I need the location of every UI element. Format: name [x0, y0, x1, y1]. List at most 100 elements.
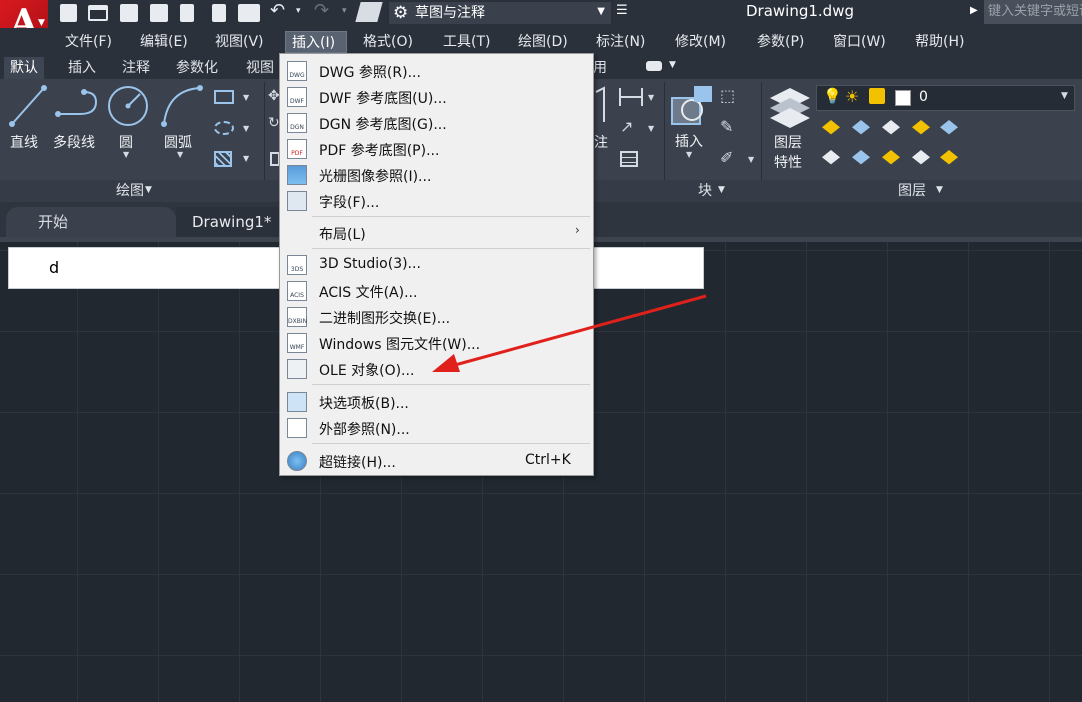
chevron-down-icon[interactable]: ▼ [748, 155, 754, 164]
xref-icon [287, 418, 307, 438]
menu-item-pdf-underlay[interactable]: PDF PDF 参考底图(P)... [281, 136, 592, 162]
insert-menu-dropdown: DWG DWG 参照(R)... DWF DWF 参考底图(U)... DGN DGN… [279, 53, 594, 476]
chevron-down-icon[interactable]: ▼ [669, 60, 676, 70]
polyline-tool-label[interactable]: 多段线 [53, 132, 95, 152]
table-tool-icon[interactable] [620, 151, 638, 167]
block-panel-title[interactable]: 块 [690, 180, 720, 200]
menu-item-field[interactable]: 字段(F)... [281, 188, 592, 214]
circle-tool-label[interactable]: 圆 [119, 132, 133, 152]
chevron-down-icon[interactable]: ▼ [648, 124, 654, 133]
chevron-down-icon[interactable]: ▼ [936, 185, 943, 195]
annotation-arrow [432, 294, 707, 372]
layer-properties-label-2[interactable]: 特性 [774, 152, 802, 172]
menu-help[interactable]: 帮助(H) [915, 31, 964, 53]
ellipse-tool-icon[interactable] [214, 121, 234, 135]
menu-parametric[interactable]: 参数(P) [757, 31, 804, 53]
dwf-icon: DWF [287, 87, 307, 107]
menu-draw[interactable]: 绘图(D) [518, 31, 568, 53]
arc-tool-icon[interactable] [160, 84, 204, 128]
arc-tool-label[interactable]: 圆弧 [164, 132, 192, 152]
layer-select[interactable]: 💡 ☀ 0 ▼ [816, 85, 1075, 111]
chevron-right-icon[interactable]: ▶ [970, 5, 978, 16]
text-tool-icon[interactable] [594, 86, 608, 126]
workspace-select[interactable]: ⚙ 草图与注释 ▼ [388, 1, 612, 25]
tab-default[interactable]: 默认 [4, 57, 44, 79]
dxbin-icon: DXBIN [287, 307, 307, 327]
panel-toggle-icon[interactable] [646, 61, 662, 71]
chevron-down-icon[interactable]: ▼ [648, 93, 654, 102]
menu-tools[interactable]: 工具(T) [443, 31, 490, 53]
chevron-right-icon: › [575, 223, 580, 237]
polyline-tool-icon[interactable] [54, 88, 100, 124]
tab-insert[interactable]: 插入 [62, 57, 102, 79]
menu-window[interactable]: 窗口(W) [833, 31, 886, 53]
redo-icon[interactable]: ↷ [314, 0, 329, 21]
undo-dropdown-icon[interactable]: ▾ [296, 6, 301, 16]
menu-item-dwg-reference[interactable]: DWG DWG 参照(R)... [281, 58, 592, 84]
tab-annotate[interactable]: 注释 [116, 57, 156, 79]
menu-item-block-palette[interactable]: 块选项板(B)... [281, 389, 592, 415]
menu-modify[interactable]: 修改(M) [675, 31, 726, 53]
tab-parametric[interactable]: 参数化 [170, 57, 224, 79]
print-icon[interactable] [238, 4, 260, 22]
menu-file[interactable]: 文件(F) [65, 31, 112, 53]
menu-item-xref[interactable]: 外部参照(N)... [281, 415, 592, 441]
annotation-tool-label[interactable]: 注 [594, 132, 608, 152]
document-title: Drawing1.dwg [746, 2, 854, 20]
save-icon[interactable] [120, 4, 138, 22]
plot-preview-icon[interactable] [180, 4, 194, 22]
create-block-icon[interactable]: ⬚ [720, 86, 735, 105]
insert-block-icon[interactable] [670, 84, 714, 128]
chevron-down-icon[interactable]: ▼ [718, 185, 725, 195]
tab-drawing[interactable]: Drawing1* [176, 207, 286, 237]
chevron-down-icon[interactable]: ▼ [686, 150, 692, 159]
chevron-down-icon[interactable]: ▼ [243, 93, 249, 102]
insert-block-label[interactable]: 插入 [675, 131, 703, 151]
export-icon[interactable] [212, 4, 226, 22]
open-folder-icon[interactable] [88, 5, 108, 21]
undo-icon[interactable]: ↶ [270, 0, 285, 21]
menu-view[interactable]: 视图(V) [215, 31, 264, 53]
ole-icon [287, 359, 307, 379]
rotate-tool-icon[interactable]: ↻ [268, 115, 280, 131]
line-tool-label[interactable]: 直线 [10, 132, 38, 152]
menu-insert[interactable]: 插入(I) [285, 31, 347, 53]
rectangle-tool-icon[interactable] [214, 90, 234, 104]
redo-dropdown-icon[interactable]: ▾ [342, 6, 347, 16]
layer-panel-title[interactable]: 图层 [890, 180, 934, 200]
field-icon [287, 191, 307, 211]
menu-format[interactable]: 格式(O) [363, 31, 413, 53]
menu-edit[interactable]: 编辑(E) [140, 31, 188, 53]
menu-item-raster-image[interactable]: 光栅图像参照(I)... [281, 162, 592, 188]
hatch-tool-icon[interactable] [214, 151, 232, 167]
layer-properties-label-1[interactable]: 图层 [774, 132, 802, 152]
tab-view[interactable]: 视图 [240, 57, 280, 79]
chevron-down-icon[interactable]: ▼ [145, 185, 152, 195]
tab-start[interactable]: 开始 [6, 207, 176, 237]
save-as-icon[interactable] [150, 4, 168, 22]
menu-separator [312, 216, 590, 217]
chevron-down-icon[interactable]: ▼ [243, 154, 249, 163]
edit-block-icon[interactable]: ✎ [720, 117, 733, 136]
leader-tool-icon[interactable]: ↗ [620, 117, 633, 136]
layer-color-swatch [895, 90, 911, 106]
move-tool-icon[interactable]: ✥ [268, 88, 280, 104]
menu-item-dwf-underlay[interactable]: DWF DWF 参考底图(U)... [281, 84, 592, 110]
chevron-down-icon[interactable]: ▼ [123, 150, 129, 159]
linear-dimension-icon[interactable] [618, 86, 644, 108]
chevron-down-icon[interactable]: ▼ [243, 124, 249, 133]
search-input[interactable]: 键入关键字或短语 [984, 0, 1082, 24]
menu-item-hyperlink[interactable]: 超链接(H)... Ctrl+K [281, 448, 592, 474]
menu-item-dgn-underlay[interactable]: DGN DGN 参考底图(G)... [281, 110, 592, 136]
menu-item-3d-studio[interactable]: 3DS 3D Studio(3)... [281, 252, 592, 278]
line-tool-icon[interactable] [8, 84, 48, 128]
chevron-down-icon[interactable]: ▼ [177, 150, 183, 159]
menu-item-layout[interactable]: 布局(L) › [281, 220, 592, 246]
customize-quick-access-icon[interactable]: ☰ [616, 3, 628, 18]
menu-separator [312, 248, 590, 249]
menu-dimension[interactable]: 标注(N) [596, 31, 645, 53]
new-file-icon[interactable] [60, 4, 77, 22]
edit-attributes-icon[interactable]: ✐ [720, 148, 733, 167]
circle-tool-icon[interactable] [106, 84, 150, 128]
layer-properties-icon[interactable] [768, 84, 812, 130]
